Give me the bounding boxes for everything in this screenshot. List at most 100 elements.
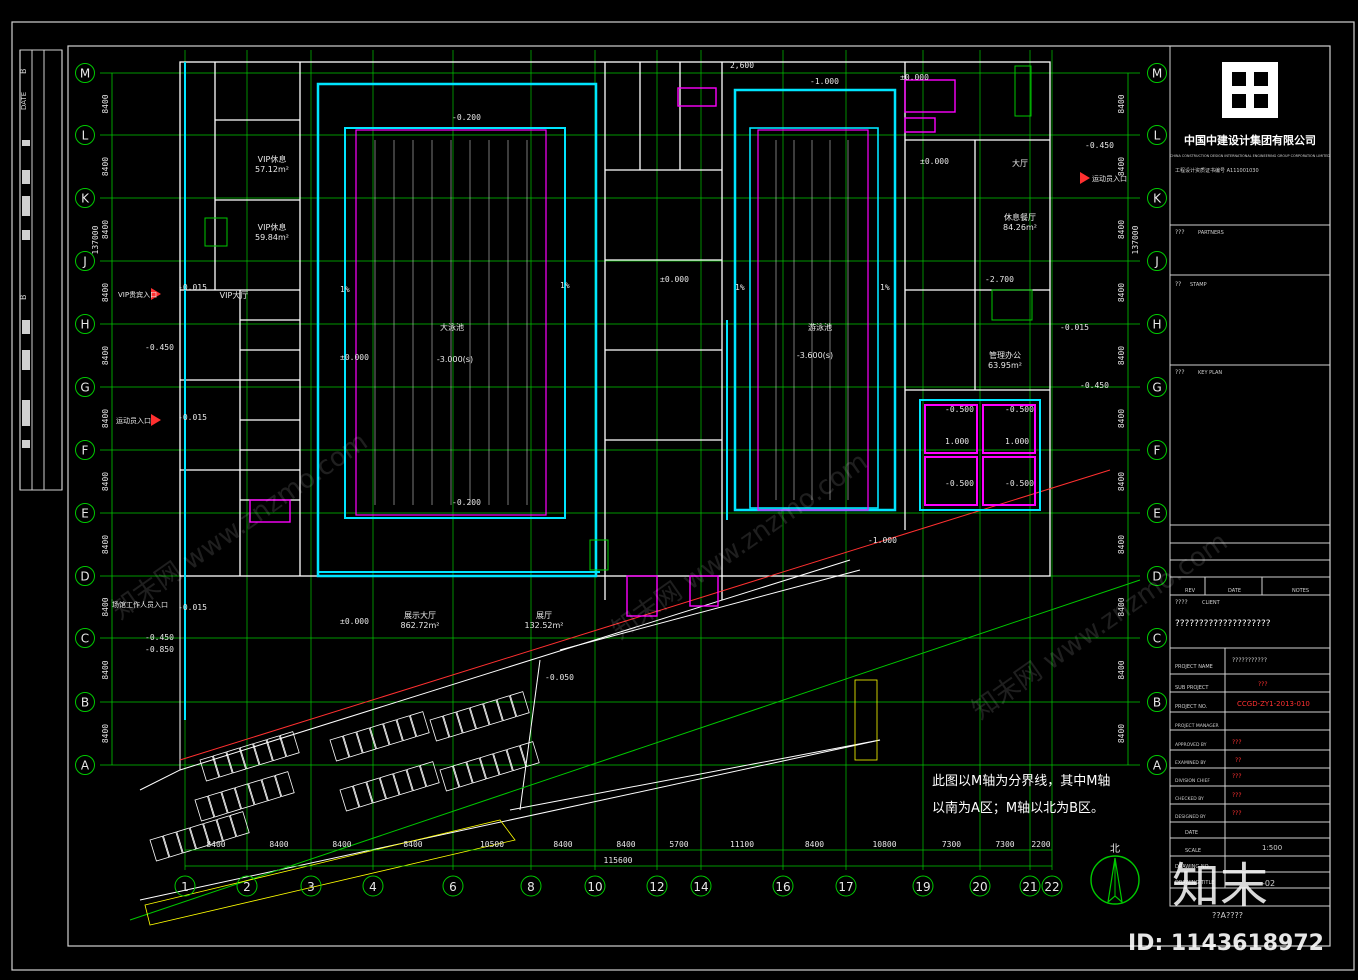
dimension-value: 8400 bbox=[269, 840, 288, 849]
row-axis-label: J bbox=[1154, 255, 1159, 269]
level-mark: ±0.000 bbox=[920, 157, 949, 166]
ramp-hatch-lower bbox=[144, 819, 516, 926]
level-mark: -1.000 bbox=[810, 77, 839, 86]
company-name-cn: 中国中建设计集团有限公司 bbox=[1184, 133, 1316, 147]
entrance-label-athlete-2: 运动员入口 bbox=[1092, 174, 1127, 183]
parking-space bbox=[149, 835, 170, 862]
row-axis-label: K bbox=[1153, 192, 1162, 206]
dimension-value: 8400 bbox=[101, 157, 110, 176]
dimension-total: 137000 bbox=[91, 225, 100, 254]
designed-label: DESIGNED BY bbox=[1175, 814, 1206, 820]
column-axis-label: 4 bbox=[369, 880, 377, 894]
client-value: ???????????????????? bbox=[1175, 619, 1271, 629]
level-mark: 1.000 bbox=[1005, 437, 1029, 446]
north-arrow: 北 bbox=[1090, 843, 1140, 905]
row-axis-bubbles-left: M L K J H G F E D C B A bbox=[75, 63, 95, 775]
parking-space bbox=[274, 771, 295, 797]
sub-project-label: SUB PROJECT bbox=[1175, 685, 1209, 691]
row-axis-label: A bbox=[1153, 759, 1162, 773]
parking-space bbox=[509, 691, 530, 717]
slope-mark: 1% bbox=[560, 281, 570, 290]
parking-space bbox=[329, 735, 350, 762]
level-mark: -0.200 bbox=[452, 113, 481, 122]
cert-line: 工程设计资质证书编号 A111001030 bbox=[1175, 167, 1259, 174]
entrance-label-vip: VIP贵宾入口 bbox=[118, 290, 157, 299]
parking-space bbox=[226, 747, 247, 774]
row-axis-label: F bbox=[1154, 444, 1161, 458]
column-axis-label: 21 bbox=[1022, 880, 1037, 894]
level-mark: -0.450 bbox=[1085, 141, 1114, 150]
parking-row bbox=[439, 741, 540, 792]
room-gallery-area: 132.52m² bbox=[525, 621, 564, 630]
row-axis-label: D bbox=[80, 570, 89, 584]
column-axis-label: 22 bbox=[1044, 880, 1059, 894]
parking-row bbox=[199, 731, 300, 782]
room-labels: 大泳池 -3.000(s) 游泳池 -3.600(s) VIP休息 57.12m… bbox=[220, 154, 1037, 630]
parking-space bbox=[393, 769, 413, 796]
dimension-value: 8400 bbox=[1117, 409, 1126, 428]
division-value: ??? bbox=[1232, 773, 1242, 780]
parking-space bbox=[419, 761, 440, 787]
parking-space bbox=[493, 749, 513, 776]
dimension-value: 8400 bbox=[553, 840, 572, 849]
parking-rows bbox=[149, 691, 540, 862]
project-name-value: ??????????? bbox=[1232, 657, 1267, 664]
level-mark: ±0.000 bbox=[660, 275, 689, 284]
left-strip-mark-mid: B bbox=[19, 295, 28, 301]
dimension-value: 8400 bbox=[101, 724, 110, 743]
row-axis-label: E bbox=[81, 507, 89, 521]
parking-row bbox=[149, 811, 250, 862]
dimension-value: 8400 bbox=[101, 472, 110, 491]
dimension-value: 8400 bbox=[1117, 220, 1126, 239]
dimension-value: 8400 bbox=[101, 346, 110, 365]
parking-space bbox=[248, 779, 268, 806]
parking-space bbox=[456, 707, 477, 734]
level-mark: 1.000 bbox=[945, 437, 969, 446]
room-office: 管理办公 bbox=[989, 350, 1021, 360]
company-logo bbox=[1222, 62, 1278, 118]
dimension-value: 8400 bbox=[1117, 472, 1126, 491]
row-axis-label: C bbox=[1153, 632, 1161, 646]
dimension-value: 8400 bbox=[206, 840, 225, 849]
parking-space bbox=[366, 777, 387, 804]
floor-plan-drawing: B B DATE 8400 8400 8400 8400 10500 8400 … bbox=[11, 21, 1355, 971]
rev-header-date: DATE bbox=[1228, 588, 1241, 594]
room-big-pool-level: -3.000(s) bbox=[437, 355, 473, 364]
column-axis-label: 10 bbox=[587, 880, 602, 894]
row-axis-label: L bbox=[82, 129, 89, 143]
level-mark: -0.015 bbox=[178, 413, 207, 422]
room-exhibition-hall-area: 862.72m² bbox=[401, 621, 440, 630]
parking-space bbox=[339, 785, 360, 812]
parking-space bbox=[469, 703, 490, 730]
row-axis-label: E bbox=[1153, 507, 1161, 521]
room-vip-hall: VIP大厅 bbox=[220, 290, 249, 300]
level-mark: -0.500 bbox=[1005, 479, 1034, 488]
rev-header-rev: REV bbox=[1185, 588, 1196, 594]
slope-mark: 1% bbox=[340, 285, 350, 294]
parking-space bbox=[261, 775, 282, 802]
room-office-area: 63.95m² bbox=[988, 361, 1022, 370]
column-axis-label: 3 bbox=[307, 880, 315, 894]
partners-code: ??? bbox=[1175, 229, 1185, 236]
room-dining-area: 84.26m² bbox=[1003, 223, 1037, 232]
parking-space bbox=[212, 751, 233, 778]
title-block bbox=[1169, 45, 1331, 907]
dimension-value: 8400 bbox=[805, 840, 824, 849]
dimension-value: 8400 bbox=[101, 94, 110, 113]
parking-space bbox=[383, 719, 403, 746]
building-walls bbox=[179, 61, 1051, 600]
stamp-label: STAMP bbox=[1190, 282, 1207, 288]
scale-label: SCALE bbox=[1185, 848, 1201, 854]
designed-value: ??? bbox=[1232, 810, 1242, 817]
column-axis-label: 8 bbox=[527, 880, 535, 894]
slope-mark: 1% bbox=[880, 283, 890, 292]
parking-space bbox=[221, 787, 242, 814]
parking-row bbox=[339, 761, 440, 812]
division-label: DIVISION CHIEF bbox=[1175, 778, 1210, 784]
project-name-label: PROJECT NAME bbox=[1175, 664, 1213, 670]
level-mark: -0.015 bbox=[1060, 323, 1089, 332]
parking-row bbox=[194, 771, 295, 822]
parking-space bbox=[483, 699, 503, 726]
left-strip-ticks bbox=[22, 140, 30, 448]
level-mark: -0.500 bbox=[945, 479, 974, 488]
